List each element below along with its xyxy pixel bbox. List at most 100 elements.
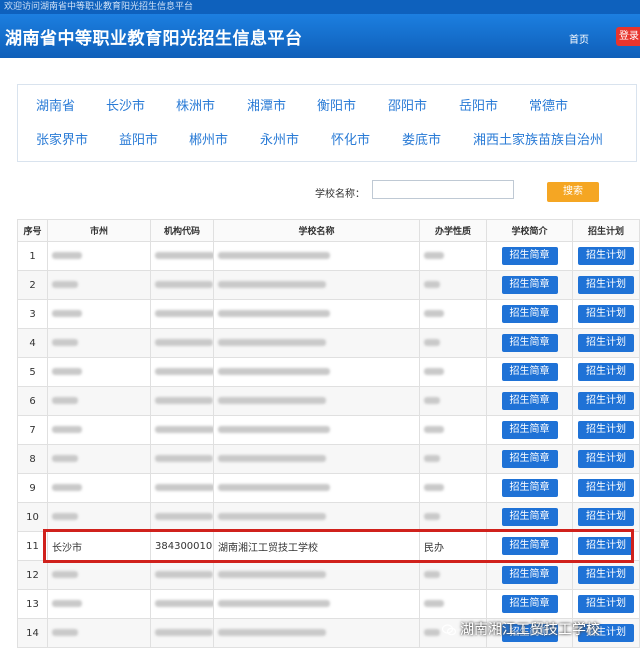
plan-button[interactable]: 招生计划 xyxy=(578,363,634,381)
city-link[interactable]: 湖南省 xyxy=(36,95,75,114)
city-link[interactable]: 株洲市 xyxy=(176,95,215,114)
plan-button[interactable]: 招生计划 xyxy=(578,334,634,352)
plan-button[interactable]: 招生计划 xyxy=(578,595,634,613)
intro-button[interactable]: 招生简章 xyxy=(501,392,558,410)
redacted-text xyxy=(218,571,326,578)
intro-button[interactable]: 招生简章 xyxy=(501,537,558,555)
table-header-row: 序号 市州 机构代码 学校名称 办学性质 学校简介 招生计划 xyxy=(17,219,640,242)
city-link[interactable]: 湘潭市 xyxy=(247,95,286,114)
redacted-text xyxy=(52,252,82,259)
intro-button[interactable]: 招生简章 xyxy=(501,363,558,381)
row-code xyxy=(150,386,214,416)
city-link[interactable]: 常德市 xyxy=(529,95,568,114)
row-city xyxy=(47,618,151,648)
redacted-text xyxy=(424,281,440,288)
plan-button[interactable]: 招生计划 xyxy=(578,508,634,526)
city-link[interactable]: 长沙市 xyxy=(106,95,145,114)
redacted-text xyxy=(218,455,326,462)
city-link[interactable]: 张家界市 xyxy=(36,129,88,148)
redacted-text xyxy=(218,252,330,259)
row-intro-cell: 招生简章 xyxy=(486,415,573,445)
intro-button[interactable]: 招生简章 xyxy=(501,334,558,352)
redacted-text xyxy=(218,339,326,346)
intro-button[interactable]: 招生简章 xyxy=(501,566,558,584)
redacted-text xyxy=(424,484,444,491)
city-link[interactable]: 郴州市 xyxy=(189,129,228,148)
login-button[interactable]: 登录 xyxy=(616,27,640,46)
nav-home-link[interactable]: 首页 xyxy=(569,31,589,46)
row-plan-cell: 招生计划 xyxy=(572,270,640,300)
row-seq: 1 xyxy=(17,241,48,271)
intro-button[interactable]: 招生简章 xyxy=(501,450,558,468)
city-link[interactable]: 岳阳市 xyxy=(459,95,498,114)
plan-button[interactable]: 招生计划 xyxy=(578,305,634,323)
city-link[interactable]: 娄底市 xyxy=(402,129,441,148)
row-code xyxy=(150,473,214,503)
row-intro-cell: 招生简章 xyxy=(486,270,573,300)
row-code xyxy=(150,357,214,387)
redacted-text xyxy=(155,368,213,375)
intro-button[interactable]: 招生简章 xyxy=(501,479,558,497)
row-intro-cell: 招生简章 xyxy=(486,241,573,271)
intro-button[interactable]: 招生简章 xyxy=(501,276,558,294)
plan-button[interactable]: 招生计划 xyxy=(578,479,634,497)
row-seq: 14 xyxy=(17,618,48,648)
row-code xyxy=(150,270,214,300)
row-code: 3843000102 xyxy=(150,531,214,561)
row-type xyxy=(419,444,487,474)
row-type xyxy=(419,415,487,445)
intro-button[interactable]: 招生简章 xyxy=(501,247,558,265)
row-plan-cell: 招生计划 xyxy=(572,241,640,271)
redacted-text xyxy=(424,629,440,636)
intro-button[interactable]: 招生简章 xyxy=(501,508,558,526)
redacted-text xyxy=(424,513,440,520)
table-row: 3 招生简章 招生计划 xyxy=(17,299,640,329)
row-plan-cell: 招生计划 xyxy=(572,502,640,532)
school-name-input[interactable] xyxy=(372,180,514,199)
city-link[interactable]: 永州市 xyxy=(260,129,299,148)
row-city xyxy=(47,473,151,503)
table-row: 10 招生简章 招生计划 xyxy=(17,502,640,532)
row-plan-cell: 招生计划 xyxy=(572,473,640,503)
plan-button[interactable]: 招生计划 xyxy=(578,537,634,555)
plan-button[interactable]: 招生计划 xyxy=(578,421,634,439)
row-city xyxy=(47,415,151,445)
welcome-bar: 欢迎访问湖南省中等职业教育阳光招生信息平台 xyxy=(0,0,640,14)
plan-button[interactable]: 招生计划 xyxy=(578,276,634,294)
row-code xyxy=(150,589,214,619)
plan-button[interactable]: 招生计划 xyxy=(578,566,634,584)
row-type xyxy=(419,386,487,416)
redacted-text xyxy=(424,252,444,259)
header-intro: 学校简介 xyxy=(486,219,573,242)
intro-button[interactable]: 招生简章 xyxy=(501,305,558,323)
redacted-text xyxy=(155,455,213,462)
plan-button[interactable]: 招生计划 xyxy=(578,392,634,410)
row-name xyxy=(213,444,420,474)
redacted-text xyxy=(52,310,82,317)
search-button[interactable]: 搜索 xyxy=(547,182,599,202)
row-plan-cell: 招生计划 xyxy=(572,560,640,590)
row-plan-cell: 招生计划 xyxy=(572,357,640,387)
row-intro-cell: 招生简章 xyxy=(486,531,573,561)
city-link[interactable]: 衡阳市 xyxy=(317,95,356,114)
redacted-text xyxy=(155,484,213,491)
row-seq: 11 xyxy=(17,531,48,561)
table-row: 9 招生简章 招生计划 xyxy=(17,473,640,503)
plan-button[interactable]: 招生计划 xyxy=(578,247,634,265)
row-name xyxy=(213,357,420,387)
city-link[interactable]: 湘西土家族苗族自治州 xyxy=(473,129,603,148)
intro-button[interactable]: 招生简章 xyxy=(501,421,558,439)
row-type xyxy=(419,299,487,329)
redacted-text xyxy=(52,339,78,346)
city-link[interactable]: 怀化市 xyxy=(331,129,370,148)
row-city xyxy=(47,560,151,590)
row-seq: 5 xyxy=(17,357,48,387)
plan-button[interactable]: 招生计划 xyxy=(578,450,634,468)
row-city xyxy=(47,241,151,271)
redacted-text xyxy=(155,310,213,317)
city-link[interactable]: 邵阳市 xyxy=(388,95,427,114)
redacted-text xyxy=(424,310,444,317)
intro-button[interactable]: 招生简章 xyxy=(501,595,558,613)
city-link[interactable]: 益阳市 xyxy=(119,129,158,148)
table-row: 6 招生简章 招生计划 xyxy=(17,386,640,416)
